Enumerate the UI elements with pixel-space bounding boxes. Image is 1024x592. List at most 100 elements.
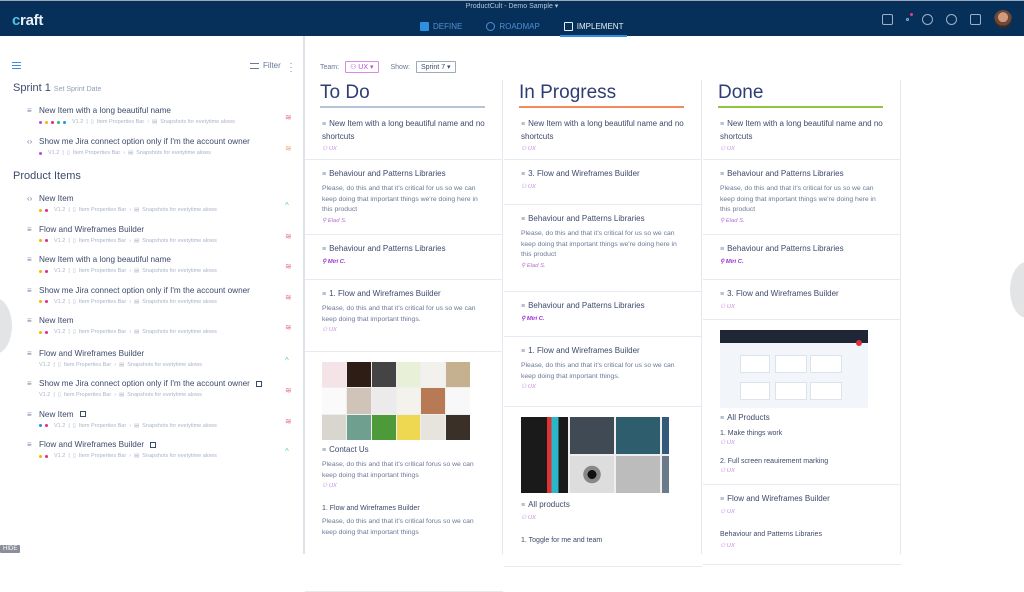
path-item[interactable]: Item Properties Bar	[97, 119, 144, 125]
card-title[interactable]: ≡ New Item with a long beautiful name and…	[322, 118, 492, 143]
team-tag[interactable]: ⚇ UX	[720, 468, 735, 474]
item-title[interactable]: Flow and Wireframes Builder	[39, 349, 144, 358]
card-image[interactable]	[720, 330, 868, 408]
path-item[interactable]: Snapshots for evetytime alows	[142, 329, 217, 335]
list-item[interactable]: ≡ New Item with a long beautiful name V1.2…	[27, 106, 297, 134]
team-tag[interactable]: ⚇ UX	[720, 146, 735, 152]
card-title[interactable]: ≡ Behaviour and Patterns Libraries	[521, 300, 691, 313]
assignee-tag[interactable]: ⚲ Elad S.	[720, 218, 745, 224]
team-select[interactable]: ⚇ UX ▾	[345, 61, 379, 73]
team-tag[interactable]: ⚇ UX	[720, 440, 735, 446]
sync-icon[interactable]	[922, 13, 933, 25]
card-title[interactable]: ≡ All Products	[720, 412, 890, 425]
list-item[interactable]: ‹› Show me Jira connect option only if I'…	[27, 137, 297, 165]
card-title[interactable]: ≡ All products	[521, 499, 691, 512]
priority-high-icon[interactable]: ≋	[285, 293, 292, 302]
item-title[interactable]: Flow and Wireframes Builder	[39, 440, 144, 449]
path-item[interactable]: Item Properties Bar	[79, 268, 126, 274]
sub-item-title[interactable]: 1. Make things work	[720, 428, 890, 440]
filter-button[interactable]: Filter	[250, 61, 281, 70]
card-image[interactable]	[322, 362, 470, 440]
item-title[interactable]: New Item with a long beautiful name	[39, 255, 171, 264]
path-item[interactable]: Item Properties Bar	[79, 329, 126, 335]
card-title[interactable]: ≡ Behaviour and Patterns Libraries	[720, 243, 890, 256]
card-title[interactable]: ≡ 1. Flow and Wireframes Builder	[521, 345, 691, 358]
team-tag[interactable]: ⚇ UX	[521, 384, 536, 390]
card-title[interactable]: ≡ Behaviour and Patterns Libraries	[322, 168, 492, 181]
comment-icon[interactable]	[906, 12, 913, 21]
item-title[interactable]: New Item	[39, 316, 74, 325]
item-title[interactable]: Show me Jira connect option only if I'm …	[39, 379, 250, 388]
board-card[interactable]: ≡ Behaviour and Patterns Libraries Please,…	[703, 160, 901, 235]
path-item[interactable]: Item Properties Bar	[79, 207, 126, 213]
item-title[interactable]: Show me Jira connect option only if I'm …	[39, 137, 250, 146]
board-card[interactable]: ≡ 1. Flow and Wireframes Builder Please, d…	[504, 337, 702, 407]
card-image[interactable]	[521, 417, 669, 493]
team-tag[interactable]: ⚇ UX	[521, 146, 536, 152]
board-card[interactable]: ≡ Behaviour and Patterns Libraries Please,…	[504, 205, 702, 292]
menu-icon[interactable]	[12, 62, 21, 69]
card-title[interactable]: ≡ Contact Us	[322, 444, 492, 457]
item-title[interactable]: Flow and Wireframes Builder	[39, 225, 144, 234]
path-item[interactable]: Snapshots for evetytime alows	[160, 119, 235, 125]
assignee-tag[interactable]: ⚲ Elad S.	[322, 218, 347, 224]
more-options-icon[interactable]: · · ·	[289, 59, 293, 76]
path-item[interactable]: Snapshots for evetytime alows	[142, 299, 217, 305]
external-link-icon[interactable]	[150, 441, 157, 448]
card-title[interactable]: ≡ New Item with a long beautiful name and…	[720, 118, 890, 143]
priority-low-icon[interactable]: ^	[285, 201, 289, 210]
path-item[interactable]: Snapshots for evetytime alows	[142, 453, 217, 459]
path-item[interactable]: Snapshots for evetytime alows	[136, 150, 211, 156]
list-item[interactable]: ≡ Flow and Wireframes Builder V1.2 | ▯ Item P…	[27, 225, 297, 253]
team-tag[interactable]: ⚇ UX	[322, 483, 337, 489]
external-link-icon[interactable]	[79, 411, 86, 417]
board-card[interactable]: ≡ 3. Flow and Wireframes Builder ⚇ UX	[504, 160, 702, 205]
copy-icon[interactable]	[882, 13, 893, 25]
user-avatar[interactable]	[994, 10, 1012, 28]
team-tag[interactable]: ⚇ UX	[720, 304, 735, 310]
card-title[interactable]: ≡ 3. Flow and Wireframes Builder	[720, 288, 890, 301]
list-item[interactable]: ≡ New Item with a long beautiful name V1.2…	[27, 255, 297, 283]
path-item[interactable]: Item Properties Bar	[79, 238, 126, 244]
path-item[interactable]: Snapshots for evetytime alows	[127, 362, 202, 368]
path-item[interactable]: Snapshots for evetytime alows	[127, 392, 202, 398]
path-item[interactable]: Item Properties Bar	[79, 453, 126, 459]
path-item[interactable]: Item Properties Bar	[79, 423, 126, 429]
team-tag[interactable]: ⚇ UX	[720, 509, 735, 515]
path-item[interactable]: Item Properties Bar	[64, 392, 111, 398]
tab-define[interactable]: DEFINE	[420, 15, 462, 37]
board-card[interactable]: ≡ 1. Flow and Wireframes Builder Please, d…	[305, 280, 503, 352]
list-item[interactable]: ≡ Flow and Wireframes Builder V1.2 | ▯ Item P…	[27, 440, 297, 468]
board-card[interactable]: ≡ New Item with a long beautiful name and…	[305, 110, 503, 160]
path-item[interactable]: Snapshots for evetytime alows	[142, 268, 217, 274]
priority-high-icon[interactable]: ≋	[285, 323, 292, 332]
item-title[interactable]: New Item with a long beautiful name	[39, 106, 171, 115]
card-title[interactable]: ≡ Behaviour and Patterns Libraries	[720, 168, 890, 181]
set-sprint-date-link[interactable]: Set Sprint Date	[54, 86, 101, 93]
card-title[interactable]: ≡ Behaviour and Patterns Libraries	[322, 243, 492, 256]
list-item[interactable]: ‹› New Item V1.2 | ▯ Item Properties Bar › ▤ Sna…	[27, 194, 297, 222]
card-title[interactable]: ≡ 3. Flow and Wireframes Builder	[521, 168, 691, 181]
card-title[interactable]: ≡ Behaviour and Patterns Libraries	[521, 213, 691, 226]
assignee-tag[interactable]: ⚲ Miri C.	[521, 316, 545, 322]
board-card[interactable]: ≡ 3. Flow and Wireframes Builder ⚇ UX	[703, 280, 901, 320]
board-card[interactable]: ≡ Flow and Wireframes Builder ⚇ UX Behaviou…	[703, 485, 901, 565]
board-card[interactable]: ≡ Contact Us Please, do this and that it's…	[305, 352, 503, 592]
priority-high-icon[interactable]: ≋	[285, 232, 292, 241]
path-item[interactable]: Item Properties Bar	[73, 150, 120, 156]
list-item[interactable]: ≡ Flow and Wireframes Builder V1.2 | ▯ Item P…	[27, 349, 297, 377]
sprint-select[interactable]: Sprint 7 ▾	[415, 61, 456, 73]
project-selector[interactable]: ProductCult - Demo Sample ▾	[0, 2, 1024, 10]
priority-high-icon[interactable]: ≋	[285, 262, 292, 271]
assignee-tag[interactable]: ⚲ Elad S.	[521, 263, 546, 269]
priority-high-icon[interactable]: ≋	[285, 113, 292, 122]
priority-high-icon[interactable]: ≋	[285, 386, 292, 395]
external-link-icon[interactable]	[255, 380, 262, 387]
board-card[interactable]: ≡ Behaviour and Patterns Libraries ⚲ Miri …	[305, 235, 503, 280]
board-card[interactable]: ≡ All Products 1. Make things work ⚇ UX 2. F…	[703, 320, 901, 485]
craft-logo[interactable]: craft	[12, 12, 43, 29]
sub-item-title[interactable]: Behaviour and Patterns Libraries	[720, 529, 890, 541]
board-card[interactable]: ≡ All products ⚇ UX 1. Toggle for me and te…	[504, 407, 702, 567]
list-item[interactable]: ≡ New Item V1.2 | ▯ Item Properties Bar › ▤ Snap…	[27, 316, 297, 344]
card-title[interactable]: ≡ New Item with a long beautiful name and…	[521, 118, 691, 143]
